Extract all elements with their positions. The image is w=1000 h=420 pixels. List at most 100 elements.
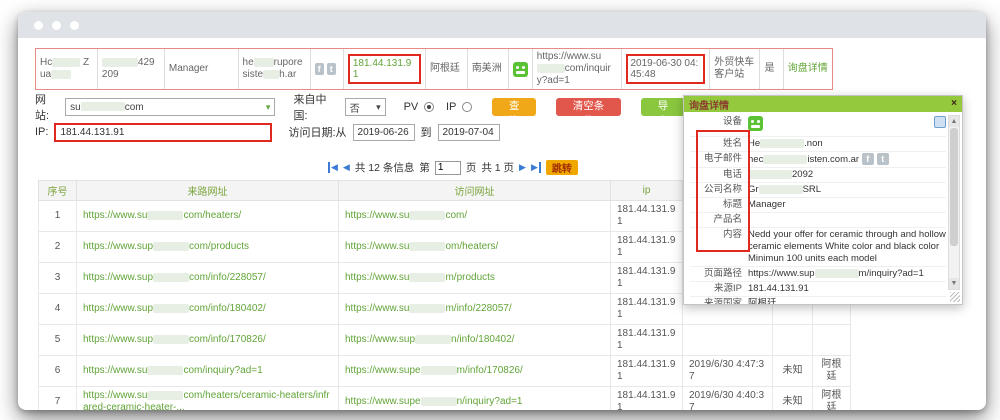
redacted-text — [153, 304, 189, 313]
cell-referrer-url: https://www.supcom/info/228057/ — [77, 263, 339, 294]
cell-visited-url: https://www.supen/inquiry?ad=1 — [339, 387, 611, 411]
panel-field-label: 产品名 — [690, 214, 748, 226]
cell-seq: 6 — [39, 356, 77, 387]
twitter-icon[interactable]: t — [327, 63, 336, 75]
device-icon — [513, 62, 528, 77]
twitter-icon[interactable]: t — [877, 153, 889, 165]
panel-field-value: 181.44.131.91 — [748, 283, 946, 295]
pagination-total-pages: 共 1 页 — [481, 160, 514, 175]
redacted-text — [263, 70, 279, 79]
table-row: 7https://www.sucom/heaters/ceramic-heate… — [39, 387, 851, 411]
panel-field-value: Manager — [748, 199, 946, 211]
page-number-input[interactable] — [435, 161, 461, 175]
panel-field-row: 姓名He.non — [690, 137, 946, 152]
last-page-icon[interactable]: ▶ — [531, 162, 541, 173]
scrollbar-thumb[interactable] — [950, 128, 958, 246]
redacted-text — [147, 391, 183, 400]
redacted-text — [153, 335, 189, 344]
panel-field-label: 标题 — [690, 199, 748, 211]
visitor-social: ft — [311, 49, 344, 89]
panel-field-label: 来源IP — [690, 283, 748, 295]
clear-conditions-button[interactable]: 清空条件 — [556, 98, 620, 116]
panel-field-value: He.non — [748, 138, 946, 150]
cell-referrer-url: https://www.sucom/inquiry?ad=1 — [77, 356, 339, 387]
ip-filter-input[interactable] — [54, 123, 272, 142]
cell-ip: 181.44.131.91 — [611, 232, 683, 263]
window-control-minimize-icon[interactable] — [52, 21, 61, 30]
redacted-text — [52, 58, 80, 67]
redacted-text — [147, 366, 183, 375]
location-icon[interactable] — [934, 116, 946, 128]
visitor-url: https://www.sucom/inquiry?ad=1 — [533, 49, 622, 89]
pv-radio[interactable] — [424, 102, 434, 112]
cell-ip: 181.44.131.91 — [611, 263, 683, 294]
site-select[interactable]: sucom ▾ — [65, 98, 275, 116]
window-control-close-icon[interactable] — [34, 21, 43, 30]
ip-radio-label: IP — [446, 101, 456, 113]
cell-browser: 未知 — [773, 356, 813, 387]
resize-grip[interactable] — [950, 292, 960, 302]
redacted-text — [421, 366, 457, 375]
date-to-input[interactable] — [438, 124, 500, 141]
cell-ip: 181.44.131.91 — [611, 325, 683, 356]
redacted-text — [254, 58, 274, 67]
panel-field-row: 电子邮件hecisten.com.ar ft — [690, 152, 946, 168]
visitor-time-cell: 2019-06-30 04:45:48 — [622, 49, 711, 89]
export-button[interactable]: 导出 — [641, 98, 685, 116]
redacted-text — [409, 304, 445, 313]
facebook-icon[interactable]: f — [315, 63, 324, 75]
col-header-seq: 序号 — [39, 181, 77, 201]
cell-ip: 181.44.131.91 — [611, 201, 683, 232]
ip-filter-label: IP: — [35, 126, 48, 138]
inquiry-detail-panel: 询盘详情 × 设备姓名He.non电子邮件hecisten.com.ar ft电… — [683, 95, 963, 305]
panel-field-row: 产品名 — [690, 213, 946, 228]
page-label-post: 页 — [466, 160, 477, 175]
col-header-referrer: 来路网址 — [77, 181, 339, 201]
cell-visited-url: https://www.supn/info/180402/ — [339, 325, 611, 356]
cell-visited-url: https://www.sucom/ — [339, 201, 611, 232]
date-from-input[interactable] — [353, 124, 415, 141]
panel-header: 询盘详情 × — [684, 96, 962, 112]
panel-field-label: 内容 — [690, 229, 748, 241]
ip-radio[interactable] — [462, 102, 472, 112]
panel-field-value: 阿根廷 — [748, 298, 946, 305]
redacted-text — [409, 242, 445, 251]
panel-field-label: 设备 — [690, 116, 748, 128]
jump-button[interactable]: 跳转 — [546, 160, 578, 175]
panel-field-value: GrSRL — [748, 184, 946, 196]
next-page-icon[interactable]: ▶ — [519, 162, 526, 173]
window-control-maximize-icon[interactable] — [70, 21, 79, 30]
cell-referrer-url: https://www.supcom/info/180402/ — [77, 294, 339, 325]
date-to-label: 到 — [421, 124, 432, 140]
inquiry-detail-link[interactable]: 询盘详情 — [788, 63, 828, 75]
page: Hc Z ua 429209 Manager herupore sisteh.a… — [0, 0, 1000, 420]
panel-field-label: 电话 — [690, 169, 748, 181]
panel-field-value — [748, 116, 946, 135]
search-button[interactable]: 查询 — [492, 98, 536, 116]
panel-field-row: 电话2092 — [690, 168, 946, 183]
cell-referrer-url: https://www.sucom/heaters/ceramic-heater… — [77, 387, 339, 411]
cell-referrer-url: https://www.supcom/info/170826/ — [77, 325, 339, 356]
redacted-text — [537, 64, 565, 73]
panel-field-row: 来源国家阿根廷 — [690, 297, 946, 305]
scroll-down-icon[interactable]: ▼ — [949, 278, 959, 289]
close-icon[interactable]: × — [951, 99, 957, 109]
redacted-text — [81, 102, 125, 111]
ip-highlight-box: 181.44.131.91 — [348, 54, 421, 84]
redacted-text — [815, 269, 859, 278]
facebook-icon[interactable]: f — [862, 153, 874, 165]
panel-field-value: hecisten.com.ar ft — [748, 153, 946, 166]
scroll-up-icon[interactable]: ▲ — [949, 116, 959, 127]
first-page-icon[interactable]: ◀ — [328, 162, 338, 173]
panel-title: 询盘详情 — [689, 97, 729, 112]
inquiry-detail-link-cell: 询盘详情 — [784, 49, 832, 89]
prev-page-icon[interactable]: ◀ — [343, 162, 350, 173]
cell-visited-url: https://www.sum/info/228057/ — [339, 294, 611, 325]
visitor-ip: 181.44.131.91 — [353, 58, 411, 80]
china-select[interactable]: 否▾ — [345, 98, 386, 116]
redacted-text — [415, 335, 451, 344]
cell-seq: 1 — [39, 201, 77, 232]
pagination-bar: ◀ ◀ 共 12 条信息 第 页 共 1 页 ▶ ▶ 跳转 — [328, 160, 578, 175]
panel-scrollbar[interactable]: ▲ ▼ — [948, 115, 960, 290]
cell-country: 阿根廷 — [813, 387, 851, 411]
